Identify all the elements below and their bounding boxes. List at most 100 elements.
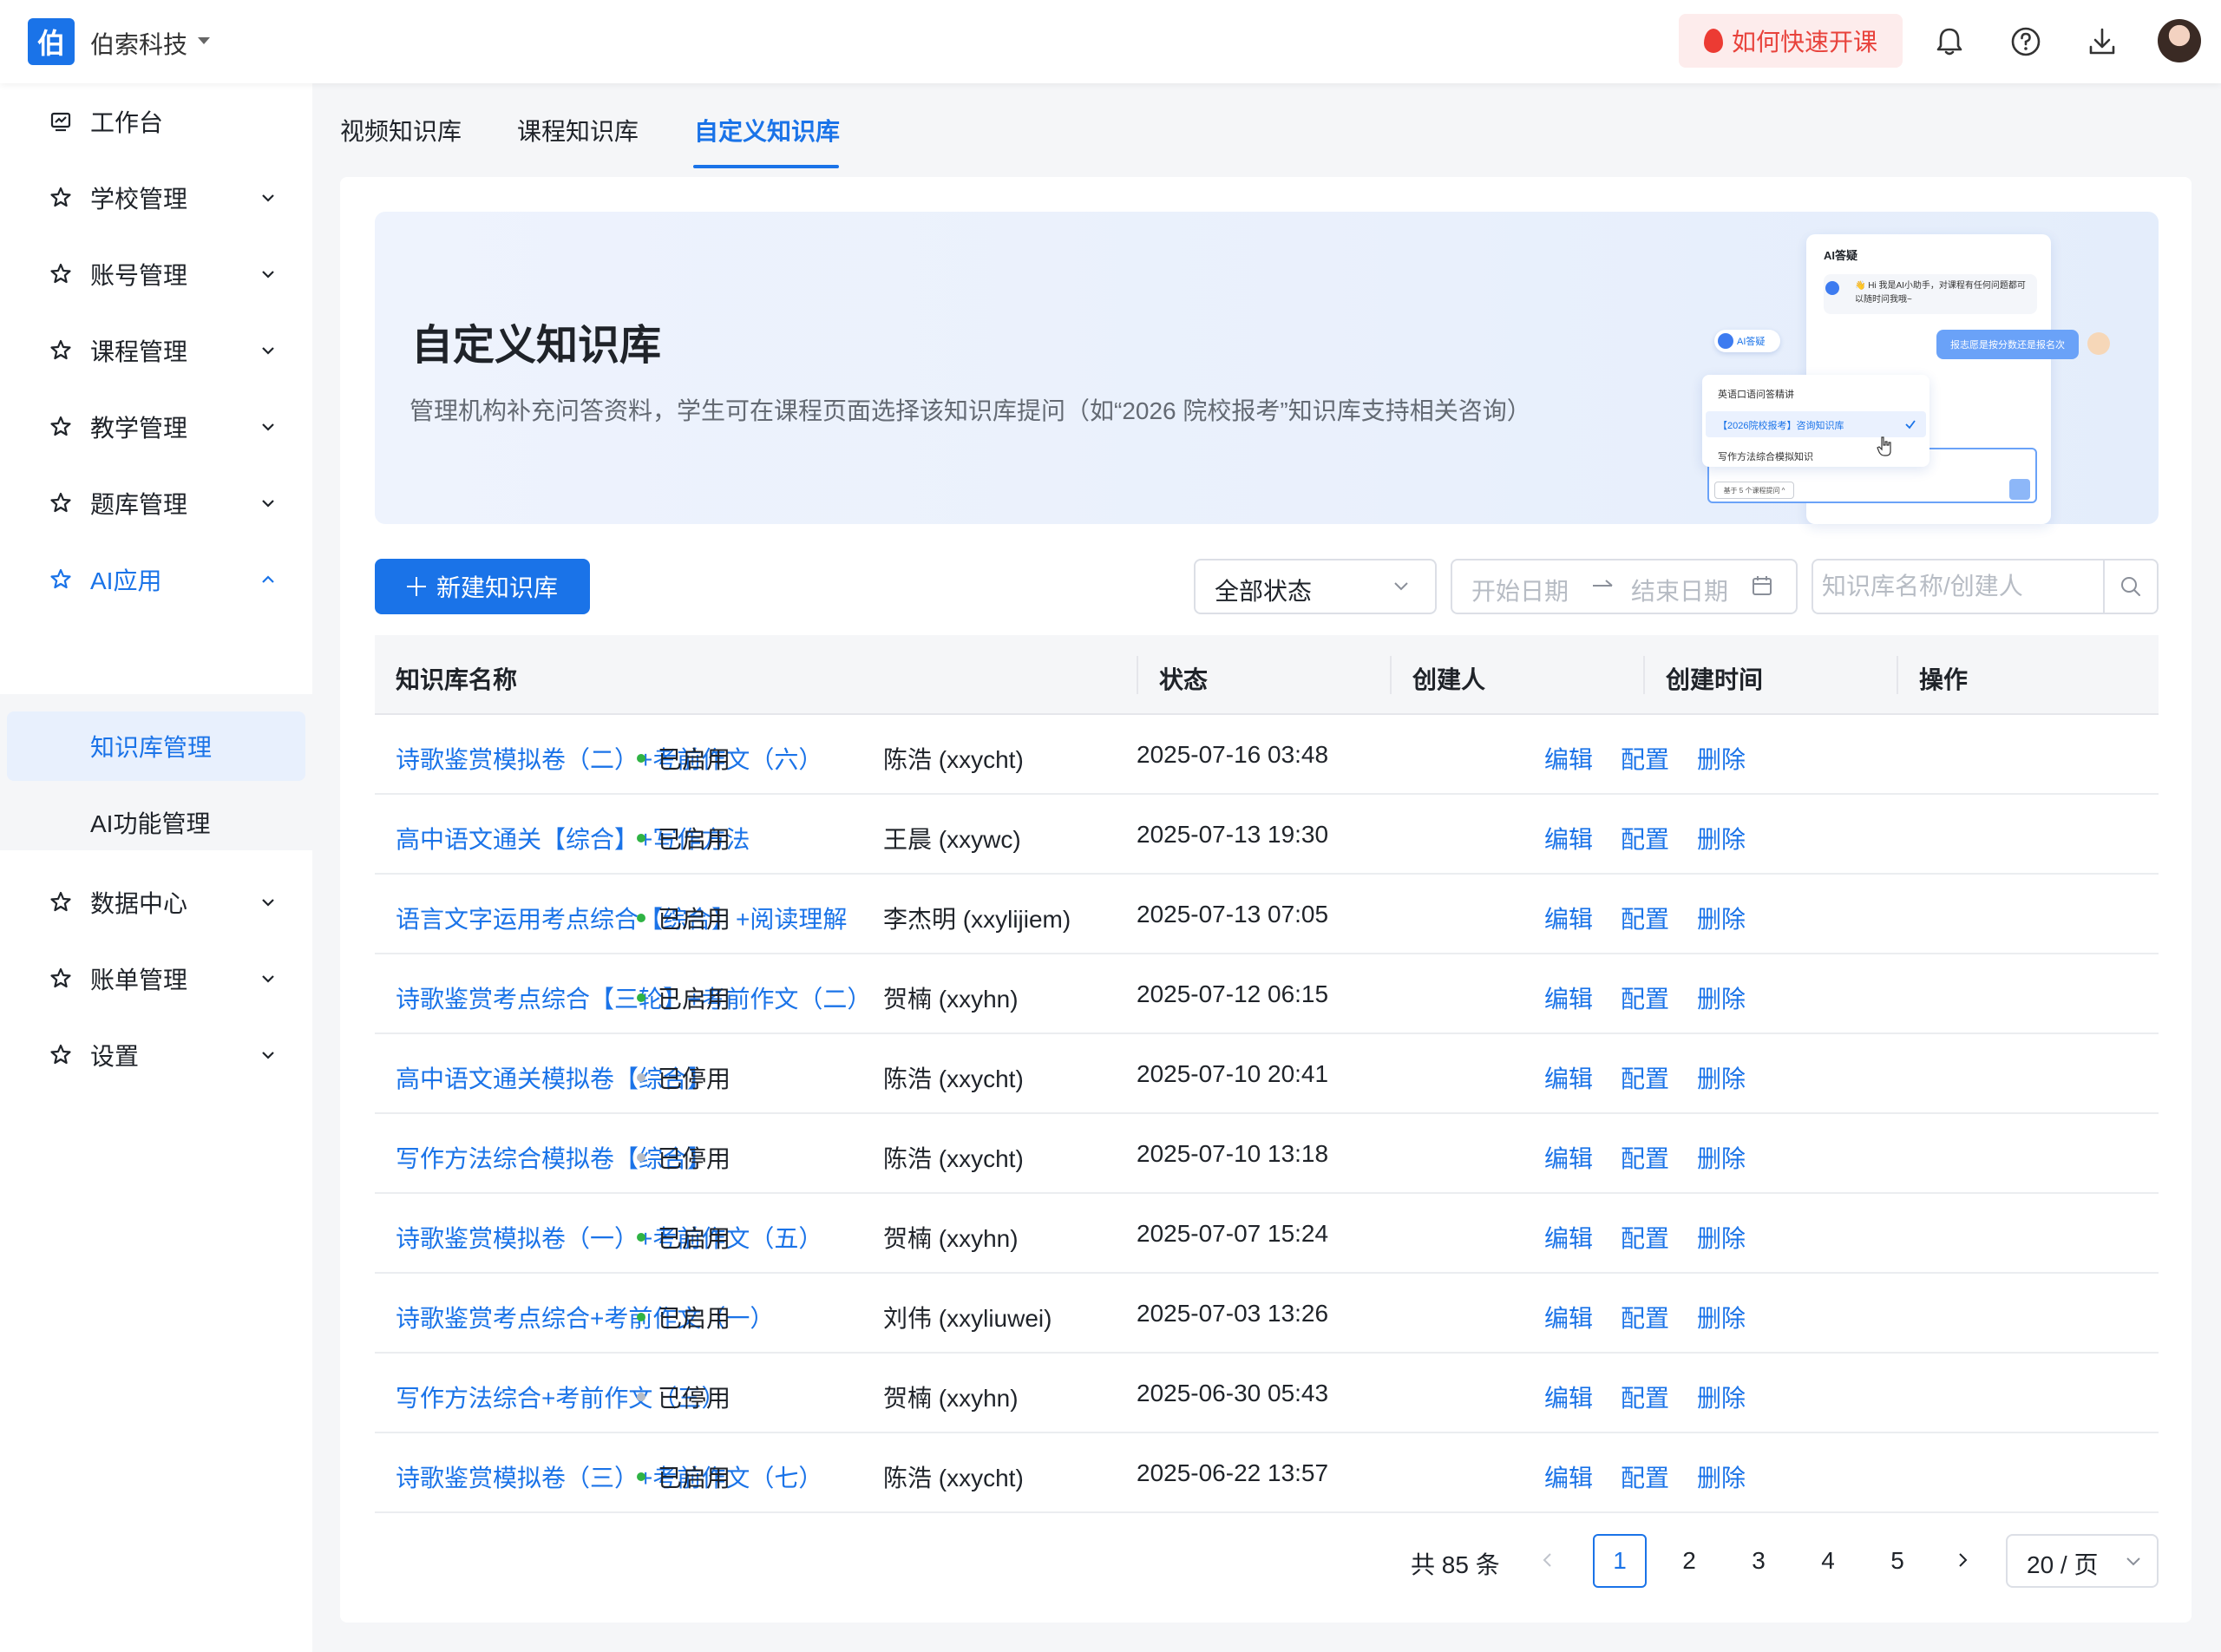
kb-name-link[interactable]: 语言文字运用考点综合【综合】+阅读理解 [396,901,847,935]
new-knowledge-base-button[interactable]: 新建知识库 [375,559,590,614]
creator-cell: 贺楠 (xxyhn) [883,1385,1019,1412]
chevron-down-icon[interactable] [259,265,278,284]
created-time-cell: 2025-07-03 13:26 [1137,1300,1329,1327]
illustration-bot-text: 👋 Hi 我是AI小助手，对课程有任何问题都可以随时问我哦~ [1855,281,2026,305]
page-4-button[interactable]: 4 [1801,1534,1855,1588]
chevron-left-icon[interactable] [1537,1550,1558,1570]
delete-button[interactable]: 删除 [1697,741,1746,776]
help-icon[interactable] [2007,23,2045,61]
delete-button[interactable]: 删除 [1697,1140,1746,1175]
sidebar-item-after-2[interactable]: 设置 [0,1017,312,1093]
sidebar-item-0[interactable]: 工作台 [0,83,312,160]
status-text: 已停用 [658,1145,731,1172]
caret-down-icon[interactable] [198,37,210,44]
chevron-down-icon[interactable] [259,494,278,513]
edit-button[interactable]: 编辑 [1544,1459,1593,1494]
chevron-down-icon[interactable] [259,1046,278,1065]
org-switcher[interactable]: 伯索科技 [90,26,187,61]
sidebar-item-1[interactable]: 学校管理 [0,160,312,236]
edit-button[interactable]: 编辑 [1544,1300,1593,1334]
config-button[interactable]: 配置 [1621,821,1669,856]
star-icon [50,187,71,207]
sidebar-item-knowledge-base[interactable]: 知识库管理 [7,711,305,781]
page-5-button[interactable]: 5 [1870,1534,1924,1588]
edit-button[interactable]: 编辑 [1544,741,1593,776]
delete-button[interactable]: 删除 [1697,821,1746,856]
config-button[interactable]: 配置 [1621,1300,1669,1334]
chevron-down-icon[interactable] [259,417,278,436]
sidebar-item-4[interactable]: 教学管理 [0,389,312,465]
config-button[interactable]: 配置 [1621,901,1669,935]
edit-button[interactable]: 编辑 [1544,1220,1593,1255]
config-button[interactable]: 配置 [1621,1060,1669,1095]
page-2-button[interactable]: 2 [1662,1534,1716,1588]
edit-button[interactable]: 编辑 [1544,1380,1593,1414]
bell-icon[interactable] [1930,23,1969,61]
status-text: 已启用 [658,906,731,933]
chevron-down-icon[interactable] [259,893,278,912]
status-text: 已启用 [658,826,731,853]
sidebar-item-label: AI功能管理 [90,810,211,837]
calendar-icon[interactable] [1751,574,1773,597]
delete-button[interactable]: 删除 [1697,1220,1746,1255]
delete-button[interactable]: 删除 [1697,901,1746,935]
config-button[interactable]: 配置 [1621,1459,1669,1494]
tab-active-indicator [693,165,839,168]
tab-custom-kb[interactable]: 自定义知识库 [694,113,840,148]
created-time-cell: 2025-06-22 13:57 [1137,1459,1329,1486]
config-button[interactable]: 配置 [1621,741,1669,776]
edit-button[interactable]: 编辑 [1544,1060,1593,1095]
delete-button[interactable]: 删除 [1697,1300,1746,1334]
status-dot [637,1233,645,1242]
kb-name-link[interactable]: 诗歌鉴赏模拟卷（二）+考前作文（六） [396,741,822,776]
page-1-button[interactable]: 1 [1593,1534,1647,1588]
edit-button[interactable]: 编辑 [1544,901,1593,935]
config-button[interactable]: 配置 [1621,1220,1669,1255]
edit-button[interactable]: 编辑 [1544,980,1593,1015]
delete-button[interactable]: 删除 [1697,980,1746,1015]
chevron-right-icon[interactable] [1952,1550,1973,1570]
tab-course-kb[interactable]: 课程知识库 [517,113,639,148]
chevron-down-icon[interactable] [259,341,278,360]
edit-button[interactable]: 编辑 [1544,1140,1593,1175]
quick-start-button[interactable]: 如何快速开课 [1679,14,1903,68]
chevron-down-icon[interactable] [259,969,278,988]
user-avatar[interactable] [2158,19,2201,62]
download-icon[interactable] [2083,23,2121,61]
status-dot [637,754,645,763]
column-divider [1643,656,1645,694]
date-start-input[interactable]: 开始日期 [1471,573,1569,607]
sidebar-item-after-1[interactable]: 账单管理 [0,941,312,1017]
search-icon[interactable] [2119,574,2143,599]
delete-button[interactable]: 删除 [1697,1060,1746,1095]
config-button[interactable]: 配置 [1621,980,1669,1015]
kb-name-link[interactable]: 诗歌鉴赏考点综合【三轮】+考前作文（二） [396,980,871,1015]
page-3-button[interactable]: 3 [1732,1534,1785,1588]
chevron-up-icon[interactable] [259,570,278,589]
edit-button[interactable]: 编辑 [1544,821,1593,856]
config-button[interactable]: 配置 [1621,1380,1669,1414]
chevron-down-icon[interactable] [1392,576,1411,595]
sidebar-item-ai-functions[interactable]: AI功能管理 [7,788,305,857]
chevron-down-icon[interactable] [259,188,278,207]
delete-button[interactable]: 删除 [1697,1459,1746,1494]
delete-button[interactable]: 删除 [1697,1380,1746,1414]
config-button[interactable]: 配置 [1621,1140,1669,1175]
sidebar-item-3[interactable]: 课程管理 [0,312,312,389]
status-dot [637,1472,645,1481]
chevron-down-icon[interactable] [2124,1551,2143,1570]
sidebar-item-2[interactable]: 账号管理 [0,236,312,312]
sidebar-item-after-0[interactable]: 数据中心 [0,864,312,941]
dashboard-icon [50,112,71,132]
kb-name-link[interactable]: 诗歌鉴赏模拟卷（三）+考前作文（七） [396,1459,822,1494]
search-input[interactable] [1822,562,2100,611]
status-cell: 已启用 [637,1459,731,1494]
date-end-input[interactable]: 结束日期 [1631,573,1728,607]
kb-name-link[interactable]: 诗歌鉴赏模拟卷（一）+考前作文（五） [396,1220,822,1255]
sidebar-item-5[interactable]: 题库管理 [0,465,312,541]
org-logo: 伯 [28,18,75,65]
sidebar-item-6[interactable]: AI应用 [0,541,312,618]
status-dot [637,1153,645,1162]
status-dot [637,914,645,922]
tab-video-kb[interactable]: 视频知识库 [340,113,462,148]
